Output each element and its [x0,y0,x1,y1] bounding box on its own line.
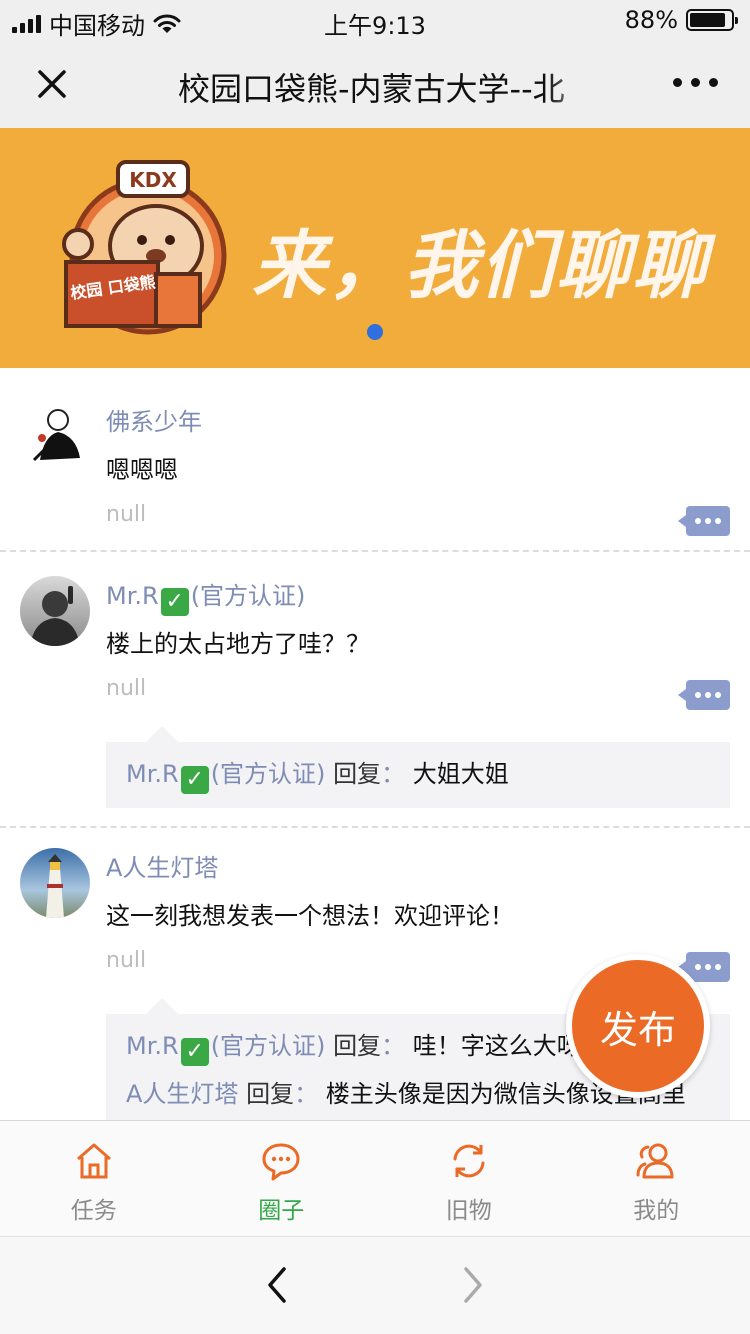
chevron-left-icon[interactable] [262,1263,292,1307]
reply-colon: ： [294,1080,319,1108]
banner[interactable]: KDX 校园 口袋熊 校园 口袋熊 来，我们聊聊 [0,128,750,368]
reply-label: 回复 [246,1080,295,1108]
more-dots-icon[interactable] [673,78,718,87]
tab-circle[interactable]: 圈子 [188,1121,376,1236]
browser-toolbar [0,1236,750,1334]
battery-icon [686,9,738,31]
post-content: 楼上的太占地方了哇？？ [106,630,370,658]
reply-colon: ： [381,760,406,788]
verified-check-icon: ✓ [180,1038,209,1066]
tab-tasks[interactable]: 任务 [0,1121,188,1236]
home-icon [76,1143,111,1179]
close-icon[interactable] [30,62,74,106]
author-name[interactable]: 佛系少年 [106,402,202,437]
carousel-dot-active[interactable] [367,324,383,340]
post-meta: null [106,676,147,701]
tab-label: 我的 [633,1198,680,1224]
battery-fill [690,13,726,27]
reply-item[interactable]: Mr.R ✓ (官方认证) 回复： 大姐大姐 [126,750,710,798]
reply-label: 回复 [333,1032,382,1060]
tab-label: 圈子 [258,1198,305,1224]
tab-secondhand[interactable]: 旧物 [375,1121,563,1236]
reply-label: 回复 [333,760,382,788]
banner-headline: 来，我们聊聊 [252,223,708,309]
verified-check-icon: ✓ [160,588,189,616]
post-content: 嗯嗯嗯 [106,456,178,484]
post-item: Mr.R ✓ (官方认证) 楼上的太占地方了哇？？ null Mr.R ✓ (官方认证)… [0,552,750,828]
tab-bar: 任务 圈子 旧物 我的 [0,1120,750,1236]
users-icon [636,1143,674,1179]
publish-button[interactable]: 发布 [566,954,710,1098]
verified-label: (官方认证) [210,760,326,788]
chevron-right-icon[interactable] [458,1263,488,1307]
reply-text: 哇！字这么大呀 [412,1032,581,1060]
chat-bubble-icon [262,1143,300,1181]
post-content: 这一刻我想发表一个想法！欢迎评论！ [106,902,514,930]
post-meta: null [106,948,147,973]
status-bar: 中国移动 上午9:13 88% [0,0,750,40]
reply-author[interactable]: Mr.R [126,1032,179,1060]
status-right: 88% [624,6,738,34]
reply-text: 大姐大姐 [412,760,509,788]
reply-author[interactable]: A人生灯塔 [126,1080,238,1108]
avatar[interactable] [20,402,90,472]
avatar[interactable] [20,576,90,646]
nav-bar: 校园口袋熊-内蒙古大学--北 [0,40,750,128]
logo-badge-text: KDX [129,168,177,192]
comment-more-button[interactable] [678,680,730,710]
verified-label: (官方认证) [190,582,306,610]
verified-check-icon: ✓ [180,766,209,794]
refresh-icon [453,1144,485,1178]
tab-label: 任务 [70,1198,117,1224]
comment-more-button[interactable] [678,952,730,982]
tab-label: 旧物 [445,1198,492,1224]
verified-label: (官方认证) [210,1032,326,1060]
post-item: 佛系少年 嗯嗯嗯 null [0,368,750,552]
tab-mine[interactable]: 我的 [563,1121,750,1236]
avatar[interactable] [20,848,90,918]
publish-button-label: 发布 [572,960,704,1092]
author-name-2[interactable]: Mr.R ✓ (官方认证) [106,576,305,616]
comment-more-button[interactable] [678,506,730,536]
author-name[interactable]: A人生灯塔 [106,848,218,883]
reply-colon: ： [381,1032,406,1060]
battery-percent: 88% [624,6,678,34]
reply-list: Mr.R ✓ (官方认证) 回复： 大姐大姐 [106,726,730,808]
reply-author[interactable]: Mr.R [126,760,179,788]
author-name-text: Mr.R [106,582,159,610]
page-title: 校园口袋熊-内蒙古大学--北 [178,70,565,108]
post-meta: null [106,502,147,527]
